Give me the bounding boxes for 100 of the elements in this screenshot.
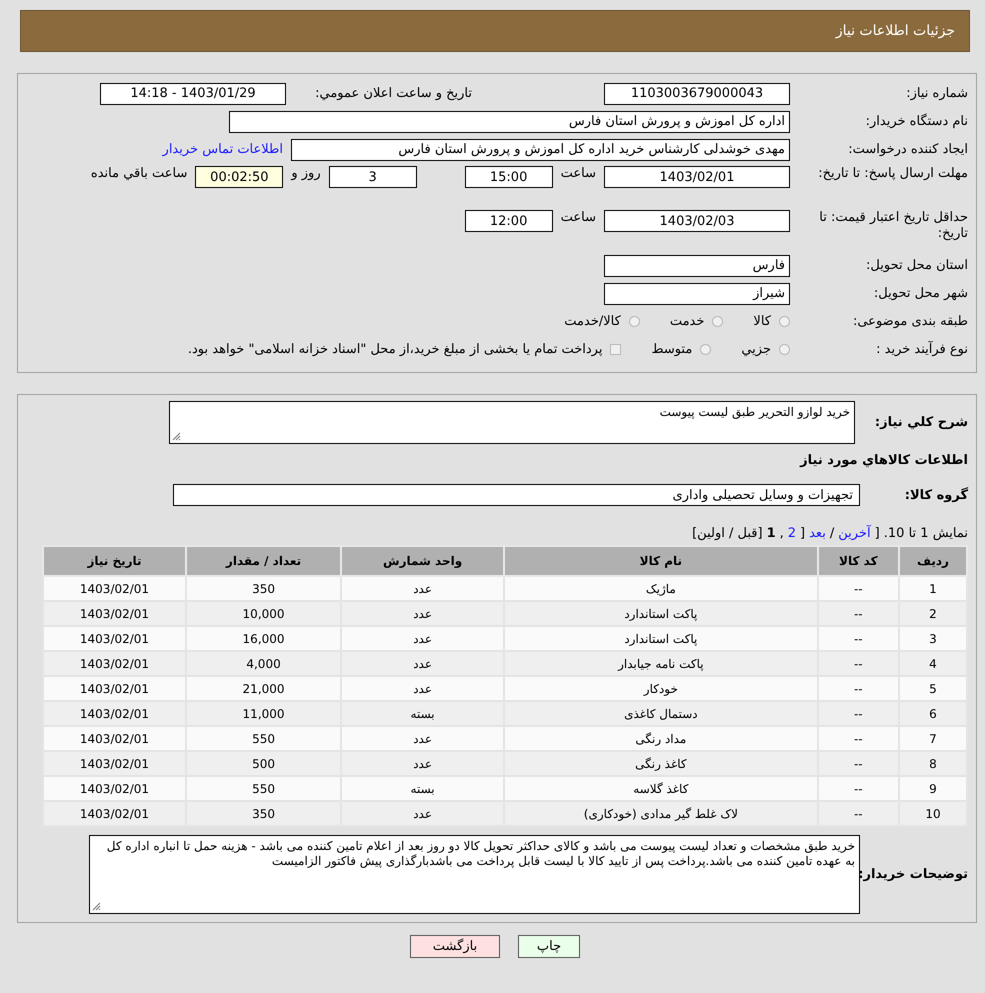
read-only-field[interactable]: 1403/02/01 bbox=[604, 166, 790, 188]
field-label: گروه کالا: bbox=[904, 488, 968, 502]
table-cell: 550 bbox=[186, 776, 342, 801]
contact-link[interactable]: اطلاعات تماس خریدار bbox=[162, 142, 283, 157]
table-cell: 7 bbox=[898, 726, 967, 751]
table-cell: عدد bbox=[341, 751, 504, 776]
print-button[interactable]: چاپ bbox=[518, 935, 580, 958]
option-label: خدمت bbox=[670, 314, 704, 329]
pagination-text: / bbox=[830, 526, 834, 541]
table-cell: 2 bbox=[898, 601, 967, 626]
read-only-field[interactable]: فارس bbox=[604, 254, 790, 276]
page-link[interactable]: آخرین bbox=[838, 526, 871, 541]
table-cell: 5 bbox=[898, 676, 967, 701]
table-cell: پاکت استاندارد bbox=[504, 601, 818, 626]
table-cell: 1403/02/01 bbox=[43, 601, 186, 626]
countdown-field: 00:02:50 bbox=[195, 166, 284, 188]
table-cell: 1403/02/01 bbox=[43, 576, 186, 601]
table-cell: 500 bbox=[186, 751, 342, 776]
resize-grip-icon[interactable] bbox=[172, 432, 181, 441]
field-label: شماره نیاز: bbox=[905, 86, 968, 102]
table-cell: لاک غلط گیر مدادی (خودکاری) bbox=[504, 801, 818, 826]
table-cell: کاغذ رنگی bbox=[504, 751, 818, 776]
read-only-field[interactable]: 3 bbox=[328, 166, 417, 188]
field-label: مهلت ارسال پاسخ: تا تاریخ: bbox=[817, 166, 968, 182]
page-link[interactable]: 2 bbox=[788, 526, 796, 541]
read-only-field[interactable]: 12:00 bbox=[464, 210, 553, 232]
table-cell: 550 bbox=[186, 726, 342, 751]
table-cell: پاکت استاندارد bbox=[504, 626, 818, 651]
table-cell: 1403/02/01 bbox=[43, 676, 186, 701]
table-cell: 350 bbox=[186, 801, 342, 826]
read-only-field[interactable]: 1103003679000043 bbox=[604, 82, 790, 104]
column-header: تاریخ نیاز bbox=[43, 546, 186, 576]
table-cell: 1403/02/01 bbox=[43, 626, 186, 651]
table-cell: عدد bbox=[341, 676, 504, 701]
radio-button[interactable] bbox=[779, 344, 790, 355]
field-label: حداقل تاریخ اعتبار قیمت: تا تاریخ: bbox=[818, 210, 968, 242]
table-cell: -- bbox=[818, 751, 899, 776]
option-label: کالا bbox=[753, 314, 771, 329]
page-title: جزئیات اطلاعات نیاز bbox=[836, 23, 955, 39]
table-cell: 1403/02/01 bbox=[43, 701, 186, 726]
table-cell: عدد bbox=[341, 601, 504, 626]
table-cell: ماژیک bbox=[504, 576, 818, 601]
table-cell: 4 bbox=[898, 651, 967, 676]
radio-button[interactable] bbox=[628, 316, 640, 327]
column-header: ردیف bbox=[898, 546, 967, 576]
page-link[interactable]: بعد bbox=[809, 526, 826, 541]
table-cell: 1403/02/01 bbox=[43, 726, 186, 751]
checkbox[interactable] bbox=[610, 344, 622, 355]
radio-button[interactable] bbox=[779, 316, 790, 327]
column-header: تعداد / مقدار bbox=[186, 546, 342, 576]
read-only-field[interactable]: شیراز bbox=[604, 282, 790, 304]
table-cell: -- bbox=[818, 726, 899, 751]
table-cell: -- bbox=[818, 601, 899, 626]
table-cell: 9 bbox=[898, 776, 967, 801]
read-only-field[interactable]: مهدی خوشدلی کارشناس خرید اداره کل اموزش و پرورش استان فارس bbox=[291, 138, 790, 160]
radio-button[interactable] bbox=[712, 316, 724, 327]
table-cell: 350 bbox=[186, 576, 342, 601]
read-only-field[interactable]: 1403/02/03 bbox=[604, 210, 790, 232]
radio-button[interactable] bbox=[700, 344, 712, 355]
table-cell: پاکت نامه جیابدار bbox=[504, 651, 818, 676]
goods-group-field[interactable]: تجهیزات و وسایل تحصیلی واداری bbox=[173, 484, 860, 506]
field-label: ساعت bbox=[560, 210, 596, 225]
field-label: روز و bbox=[291, 166, 321, 181]
table-cell: عدد bbox=[341, 801, 504, 826]
read-only-field[interactable]: 1403/01/29 - 14:18 bbox=[100, 82, 286, 104]
table-cell: مداد رنگی bbox=[504, 726, 818, 751]
field-label: شهر محل تحویل: bbox=[872, 286, 968, 302]
field-label: ایجاد کننده درخواست: bbox=[847, 142, 968, 158]
table-cell: 11,000 bbox=[186, 701, 342, 726]
read-only-field[interactable]: 15:00 bbox=[464, 166, 553, 188]
resize-grip-icon[interactable] bbox=[92, 902, 101, 911]
table-cell: 6 bbox=[898, 701, 967, 726]
table-cell: 21,000 bbox=[186, 676, 342, 701]
table-cell: 1403/02/01 bbox=[43, 776, 186, 801]
table-cell: 10,000 bbox=[186, 601, 342, 626]
field-label: نام دستگاه خریدار: bbox=[864, 114, 968, 130]
notes-field[interactable]: خرید طبق مشخصات و تعداد لیست پیوست می باشد و کالای حداکثر تحویل کالا دو روز بعد از اعلام تامین کننده می باشد - هزینه حمل تا انباره اداره کل به عهده تامین کننده می باشد.پرداخت پس از تایید کالا با لیست قابل پرداخت می باشدبارگذاری پیش فاکتور الزامیست bbox=[89, 835, 860, 914]
pagination-text: ] bbox=[800, 526, 806, 541]
back-button[interactable]: بازگشت bbox=[410, 935, 500, 958]
table-cell: دستمال کاغذی bbox=[504, 701, 818, 726]
column-header: واحد شمارش bbox=[341, 546, 504, 576]
table-cell: 1 bbox=[898, 576, 967, 601]
column-header: کد کالا bbox=[818, 546, 899, 576]
pagination-text: , bbox=[780, 526, 784, 541]
table-cell: -- bbox=[818, 576, 899, 601]
table-cell: 8 bbox=[898, 751, 967, 776]
description-field[interactable]: خرید لوازو التحریر طبق لیست پیوست bbox=[169, 401, 855, 444]
option-label: متوسط bbox=[651, 342, 692, 357]
table-cell: 4,000 bbox=[186, 651, 342, 676]
field-label: استان محل تحویل: bbox=[865, 258, 968, 274]
field-label: ساعت باقي مانده bbox=[90, 166, 188, 181]
table-cell: 3 bbox=[898, 626, 967, 651]
table-cell: -- bbox=[818, 701, 899, 726]
option-label: پرداخت تمام یا بخشی از مبلغ خرید،از محل "اسناد خزانه اسلامی" خواهد بود. bbox=[188, 342, 602, 357]
table-cell: عدد bbox=[341, 626, 504, 651]
field-label: طبقه بندی موضوعی: bbox=[852, 314, 968, 330]
read-only-field[interactable]: اداره کل اموزش و پرورش استان فارس bbox=[229, 110, 790, 132]
table-cell: 1403/02/01 bbox=[43, 651, 186, 676]
column-header: نام کالا bbox=[504, 546, 818, 576]
pagination-text: نمایش 1 تا 10. [ bbox=[874, 526, 968, 541]
